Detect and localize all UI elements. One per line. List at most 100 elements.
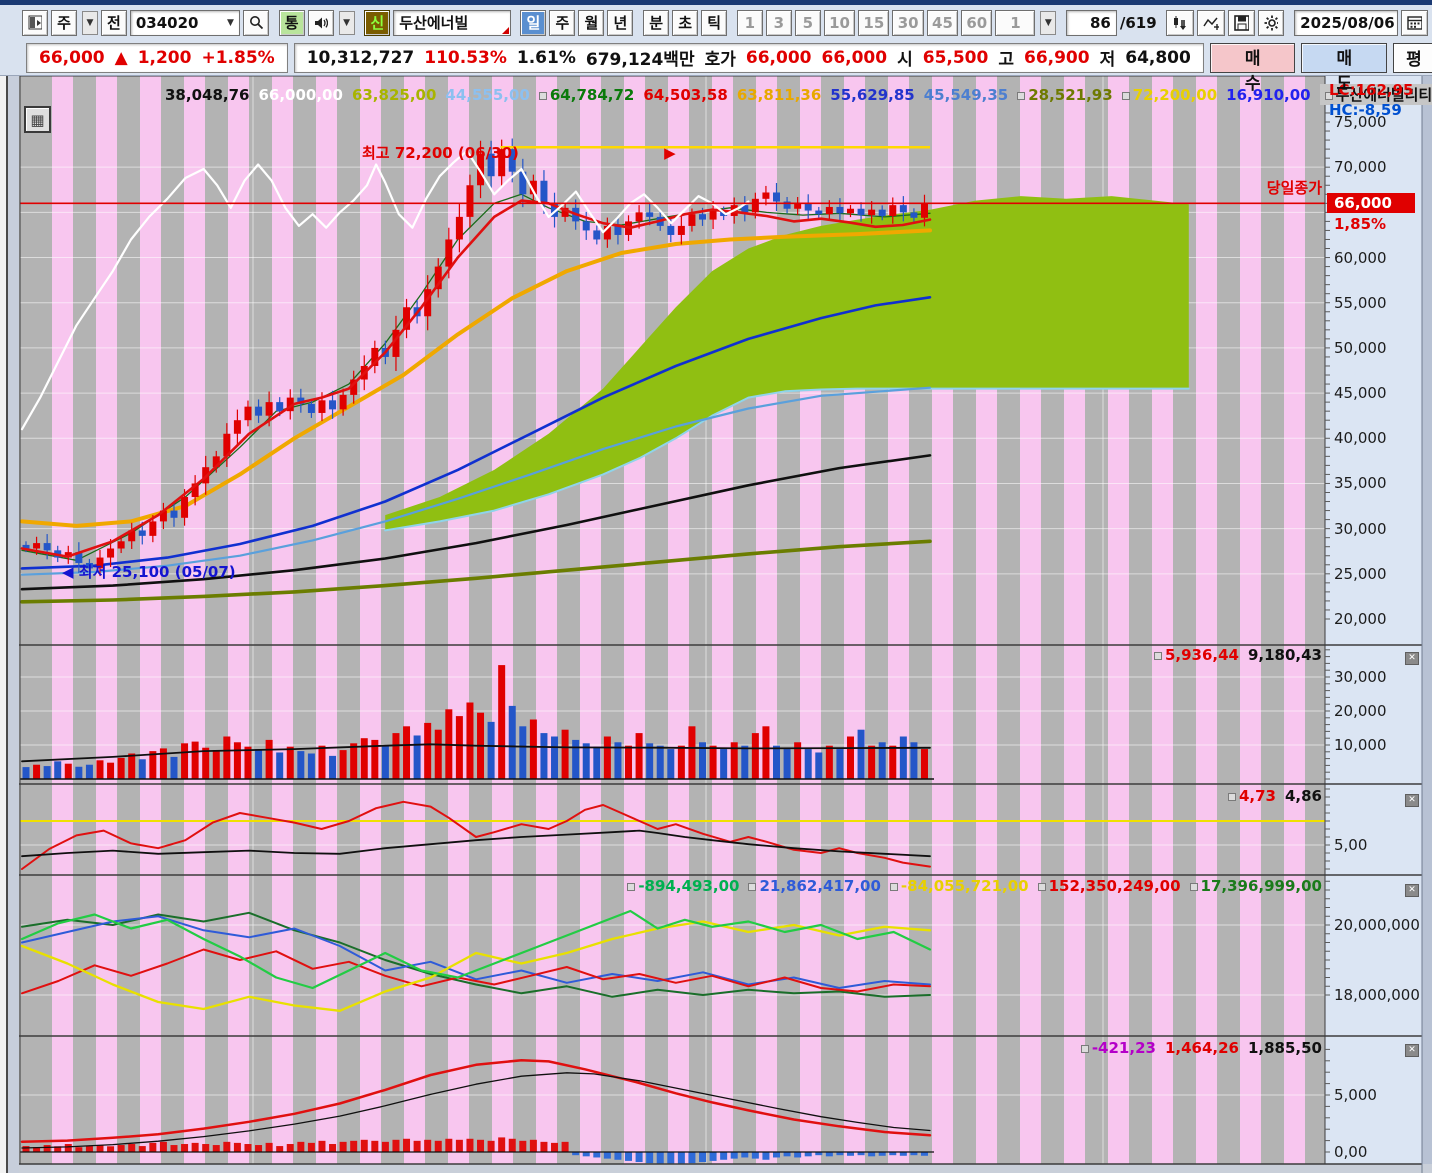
interval-button-45[interactable]: 45 <box>926 9 959 36</box>
legend-marker-icon <box>748 883 757 891</box>
indicator2-panel-close-button[interactable]: ✕ <box>1405 794 1419 807</box>
volume-panel-close-button[interactable]: ✕ <box>1405 652 1419 665</box>
sound-combo-arrow-icon[interactable]: ▼ <box>338 10 355 35</box>
axis-tick-label: 70,000 <box>1334 158 1387 177</box>
high-label: 고 <box>998 50 1014 70</box>
tab-period-year[interactable]: 년 <box>607 9 634 36</box>
main-legend-value: 72,200,00 <box>1121 86 1217 104</box>
legend-marker-icon <box>1153 652 1162 660</box>
interval-button-10[interactable]: 10 <box>823 9 856 36</box>
tong-button[interactable]: 통 <box>278 9 305 36</box>
trade-amount: 679,124백만 <box>585 50 695 70</box>
tab-period-week[interactable]: 주 <box>549 9 576 36</box>
axis-tick-label: 45,000 <box>1334 384 1387 403</box>
shin-button[interactable]: 신 <box>364 9 391 36</box>
main-legend-value: 44,555,00 <box>445 85 530 104</box>
resize-corner-mark <box>501 26 509 34</box>
main-legend-value: 38,048,76 <box>165 85 250 104</box>
jeon-button[interactable]: 전 <box>100 9 127 36</box>
code-combo-arrow-icon[interactable]: ▼ <box>227 18 234 28</box>
line-style-button[interactable] <box>1197 9 1225 36</box>
interval-button-5[interactable]: 5 <box>794 9 821 36</box>
main-legend-value: 55,629,85 <box>830 85 915 104</box>
indicator3-panel-close-button[interactable]: ✕ <box>1405 884 1419 897</box>
price-change-pct: +1.85% <box>201 47 275 68</box>
axis-tick-label: 25,000 <box>1334 564 1387 583</box>
indicator3-legend-value: -84,055,721,00 <box>889 877 1029 895</box>
stock-name-value: 두산에너빌 <box>399 14 469 32</box>
interval-combo[interactable]: 1 <box>995 9 1036 36</box>
axis-tick-label: 50,000 <box>1334 338 1387 357</box>
indicator3-legend-value: 152,350,249,00 <box>1037 877 1181 895</box>
tab-period-month[interactable]: 월 <box>578 9 605 36</box>
tab-period-day[interactable]: 일 <box>520 9 547 36</box>
period-combo[interactable]: 주 <box>51 9 77 36</box>
main-legend-value: 63,825,00 <box>351 85 437 104</box>
interval-button-15[interactable]: 15 <box>858 9 890 36</box>
interval-button-60[interactable]: 60 <box>961 9 993 36</box>
day-close-label: 당일종가 <box>1266 179 1322 197</box>
stock-code-input[interactable]: 034020 ▼ <box>129 9 240 36</box>
low-label: 저 <box>1099 50 1116 70</box>
indicator4-legend-value: 1,464,26 <box>1164 1039 1239 1057</box>
save-button[interactable] <box>1227 9 1255 36</box>
low-price: 64,800 <box>1125 47 1191 68</box>
save-icon <box>1234 14 1249 31</box>
legend-marker-icon <box>1189 883 1198 891</box>
indicator4-panel-close-button[interactable]: ✕ <box>1405 1044 1419 1057</box>
main-legend-value: 66,000,00 <box>258 85 343 104</box>
date-value: 2025/08/06 <box>1300 13 1395 32</box>
stock-name-input[interactable]: 두산에너빌 <box>393 9 511 36</box>
legend-marker-icon <box>538 91 547 100</box>
bar-total-label: /619 <box>1119 13 1157 32</box>
legend-marker-icon <box>627 883 636 891</box>
open-label: 시 <box>897 50 913 70</box>
price-change: 1,200 <box>137 47 192 68</box>
chart-grid-tool-button[interactable]: ▦ <box>24 106 51 133</box>
indicator2-legend-value: 4,73 <box>1227 787 1276 805</box>
interval-combo-arrow-icon[interactable]: ▼ <box>1040 10 1057 35</box>
interval-button-3[interactable]: 3 <box>765 9 792 36</box>
price-field: 66,000 ▲ 1,200 +1.85% <box>26 42 288 73</box>
axis-tick-label: 10,000 <box>1334 736 1387 754</box>
current-price-tag: 66,000 <box>1327 193 1415 213</box>
turnover-pct: 1.61% <box>516 47 576 68</box>
interval-button-30[interactable]: 30 <box>892 9 924 36</box>
main-legend-value: 28,521,93 <box>1017 86 1113 104</box>
stock-search-button[interactable] <box>242 9 269 36</box>
hoga-price-2: 66,000 <box>821 47 888 68</box>
chart-area[interactable]: ▦ 38,048,76 66,000,00 63,825,00 44,555,00 64… <box>0 76 1432 1173</box>
sound-button[interactable] <box>307 9 334 36</box>
date-input[interactable]: 2025/08/06 <box>1294 9 1399 36</box>
interval-button-1[interactable]: 1 <box>736 9 763 36</box>
indicator3-legend-value: 21,862,417,00 <box>748 877 881 895</box>
main-legend-value: 45,549,35 <box>923 85 1009 104</box>
main-legend-value: 64,784,72 <box>538 86 634 104</box>
volume-field: 10,312,727 110.53% 1.61% 679,124백만 호가 66… <box>293 42 1204 73</box>
bar-count-input[interactable]: 86 <box>1066 9 1117 36</box>
indicator3-legend-value: -894,493,00 <box>627 877 739 895</box>
quote-bar: 66,000 ▲ 1,200 +1.85% 10,312,727 110.53%… <box>0 40 1432 93</box>
stock-code-value: 034020 <box>135 13 199 32</box>
sell-button[interactable]: 매도 <box>1301 42 1388 93</box>
settings-button[interactable] <box>1257 9 1285 36</box>
tab-period-tick[interactable]: 틱 <box>701 9 728 36</box>
calendar-icon <box>1407 16 1422 30</box>
buy-button[interactable]: 매수 <box>1209 42 1296 93</box>
tab-period-minute[interactable]: 분 <box>643 9 670 36</box>
chart-window-icon-button[interactable] <box>22 9 48 36</box>
axis-tick-label: 18,000,000 <box>1334 986 1420 1004</box>
main-legend-value: 64,503,58 <box>643 85 728 104</box>
tab-period-second[interactable]: 초 <box>672 9 699 36</box>
low-annotation: ◀ 최저 25,100 (05/07) <box>62 561 236 582</box>
average-button[interactable]: 평 <box>1393 42 1432 73</box>
axis-tick-label: 20,000,000 <box>1334 916 1420 934</box>
candle-style-button[interactable] <box>1166 9 1195 36</box>
legend-marker-icon <box>1017 91 1026 100</box>
chart-canvas[interactable] <box>0 76 1432 1173</box>
indicator4-legend: -421,23 1,464,26 1,885,50 <box>700 1039 1322 1057</box>
calendar-button[interactable] <box>1401 9 1428 36</box>
period-combo-arrow-icon[interactable]: ▼ <box>82 10 98 35</box>
axis-tick-label: 40,000 <box>1334 429 1387 448</box>
legend-marker-icon <box>1227 793 1236 801</box>
